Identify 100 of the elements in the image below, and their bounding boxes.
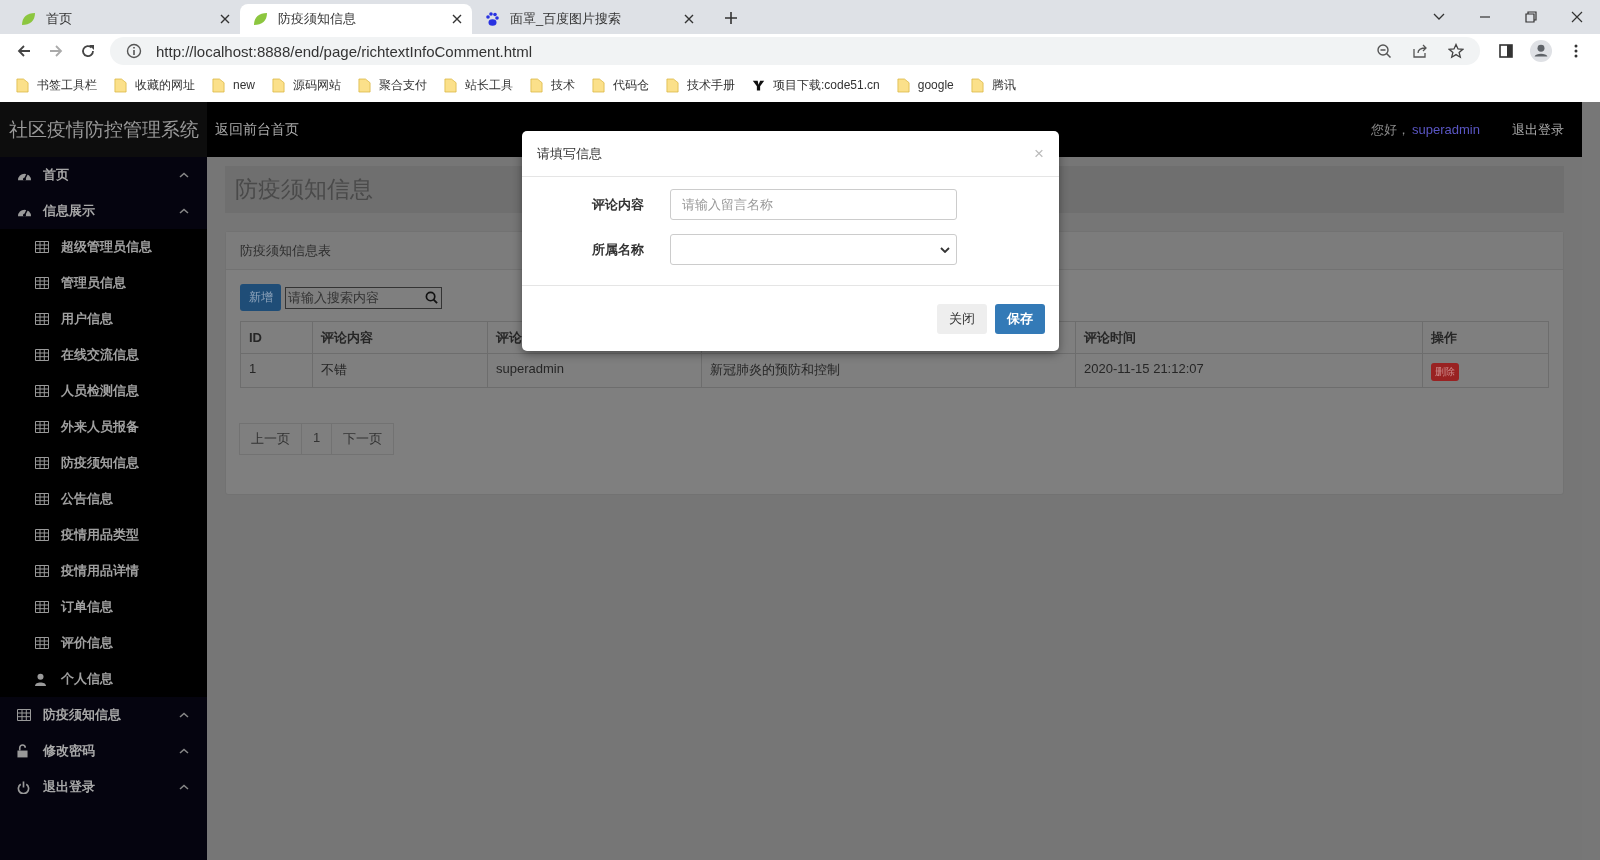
browser-tab[interactable]: 首页: [8, 4, 240, 34]
table-cell: superadmin: [496, 361, 564, 376]
leaf-icon: [252, 11, 268, 27]
table-icon: [35, 241, 49, 253]
chevron-up-icon: [179, 748, 189, 754]
sidebar-subitem[interactable]: 用户信息: [0, 301, 207, 337]
save-button[interactable]: 保存: [995, 303, 1045, 334]
table-icon: [35, 565, 49, 577]
profile-icon[interactable]: [1530, 40, 1552, 62]
folder-icon: [896, 77, 910, 93]
restore-icon[interactable]: [1524, 10, 1538, 24]
app-title: 社区疫情防控管理系统: [0, 102, 207, 157]
browser-tab[interactable]: 防疫须知信息: [240, 4, 472, 34]
folder-icon: [272, 77, 285, 93]
sidebar-subitem[interactable]: 评价信息: [0, 625, 207, 661]
sidebar-subitem[interactable]: 防疫须知信息: [0, 445, 207, 481]
table-icon: [35, 529, 49, 541]
table-icon: [35, 493, 49, 505]
bookmark[interactable]: 书签工具栏: [16, 76, 97, 94]
bookmark[interactable]: 技术: [530, 76, 575, 94]
bookmark[interactable]: google: [896, 77, 954, 93]
greeting-text: 您好，: [1371, 120, 1411, 139]
field-label: 评论内容: [591, 195, 644, 214]
table-icon: [35, 385, 49, 397]
folder-icon: [358, 77, 371, 93]
search-field[interactable]: 请输入搜索内容: [285, 286, 442, 309]
folder-icon: [592, 77, 605, 93]
address-bar[interactable]: http://localhost:8888/end/page/richtextInfoComment.html: [110, 37, 1480, 65]
sidebar-subitem[interactable]: 疫情用品类型: [0, 517, 207, 553]
sidebar-subitem[interactable]: 个人信息: [0, 661, 207, 697]
sidebar-subitem[interactable]: 外来人员报备: [0, 409, 207, 445]
dialog-title: 请填写信息: [537, 144, 603, 163]
logout-link[interactable]: 退出登录: [1512, 120, 1564, 139]
reload-icon[interactable]: [80, 43, 96, 59]
paw-icon: [484, 11, 500, 27]
sidebar-subitem[interactable]: 公告信息: [0, 481, 207, 517]
bookmark[interactable]: 腾讯: [970, 76, 1016, 94]
url-text: http://localhost:8888/end/page/richtextInfoComment.html: [156, 42, 533, 60]
search-icon[interactable]: [425, 291, 438, 304]
table-cell: 新冠肺炎的预防和控制: [710, 362, 840, 377]
table-icon: [35, 637, 49, 649]
table-icon: [35, 601, 49, 613]
close-icon[interactable]: [684, 14, 694, 24]
table-icon: [35, 349, 49, 361]
table-icon: [17, 709, 31, 721]
folder-icon: [114, 77, 127, 93]
table-icon: [35, 277, 49, 289]
table-cell: 2020-11-15 21:12:07: [1084, 361, 1204, 376]
user-link[interactable]: superadmin: [1412, 122, 1480, 137]
sidebar-subitem[interactable]: 人员检测信息: [0, 373, 207, 409]
unlocked-lock-icon: [17, 744, 28, 758]
back-icon[interactable]: [16, 43, 32, 59]
column-header: ID: [249, 330, 262, 345]
field-label: 所属名称: [591, 240, 644, 259]
info-icon[interactable]: [126, 43, 142, 59]
bookmark[interactable]: 源码网站: [272, 76, 341, 94]
bookmark[interactable]: 站长工具: [444, 76, 513, 94]
browser-tab[interactable]: 面罩_百度图片搜索: [472, 4, 704, 34]
table-cell: 不错: [321, 362, 347, 377]
sidebar-subitem[interactable]: 超级管理员信息: [0, 229, 207, 265]
add-button[interactable]: 新增: [240, 284, 281, 311]
folder-icon: [16, 77, 29, 93]
table-icon: [35, 421, 49, 433]
sidebar-subitem[interactable]: 疫情用品详情: [0, 553, 207, 589]
bookmark[interactable]: 项目下载:code51.cn: [752, 76, 880, 94]
new-tab-icon[interactable]: [724, 11, 738, 25]
bookmark[interactable]: 代码仓: [592, 76, 649, 94]
comment-input[interactable]: 请输入留言名称: [670, 189, 957, 220]
close-icon[interactable]: [452, 14, 462, 24]
star-icon[interactable]: [1448, 43, 1464, 59]
bookmark[interactable]: new: [212, 77, 255, 93]
column-header: 评论内容: [321, 329, 373, 345]
bookmark[interactable]: 收藏的网址: [114, 76, 195, 94]
home-link[interactable]: 返回前台首页: [215, 120, 299, 139]
bookmark[interactable]: 技术手册: [666, 76, 735, 94]
folder-icon: [530, 77, 543, 93]
bookmark[interactable]: 聚合支付: [358, 76, 427, 94]
chevron-up-icon: [179, 208, 189, 214]
column-header: 操作: [1431, 329, 1457, 345]
person-icon: [35, 672, 46, 686]
sidebar-subitem[interactable]: 管理员信息: [0, 265, 207, 301]
sidebar-subitem[interactable]: 在线交流信息: [0, 337, 207, 373]
table-cell: 1: [249, 361, 257, 376]
chevron-up-icon: [179, 712, 189, 718]
power-icon: [17, 780, 30, 794]
zoom-out-icon[interactable]: [1376, 43, 1392, 59]
close-icon[interactable]: [220, 14, 230, 24]
column-header: 评论: [496, 329, 522, 345]
share-icon[interactable]: [1412, 43, 1428, 59]
sidebar-subitem[interactable]: 订单信息: [0, 589, 207, 625]
leaf-icon: [20, 11, 36, 27]
close-icon[interactable]: [1570, 10, 1584, 24]
caret-icon: [940, 246, 950, 253]
table-icon: [35, 457, 49, 469]
folder-icon: [444, 77, 457, 93]
cancel-button[interactable]: 关闭: [937, 303, 987, 334]
side-panel-icon[interactable]: [1498, 43, 1514, 59]
folder-icon: [666, 77, 679, 93]
table-icon: [35, 313, 49, 325]
column-header: 评论时间: [1084, 329, 1136, 345]
